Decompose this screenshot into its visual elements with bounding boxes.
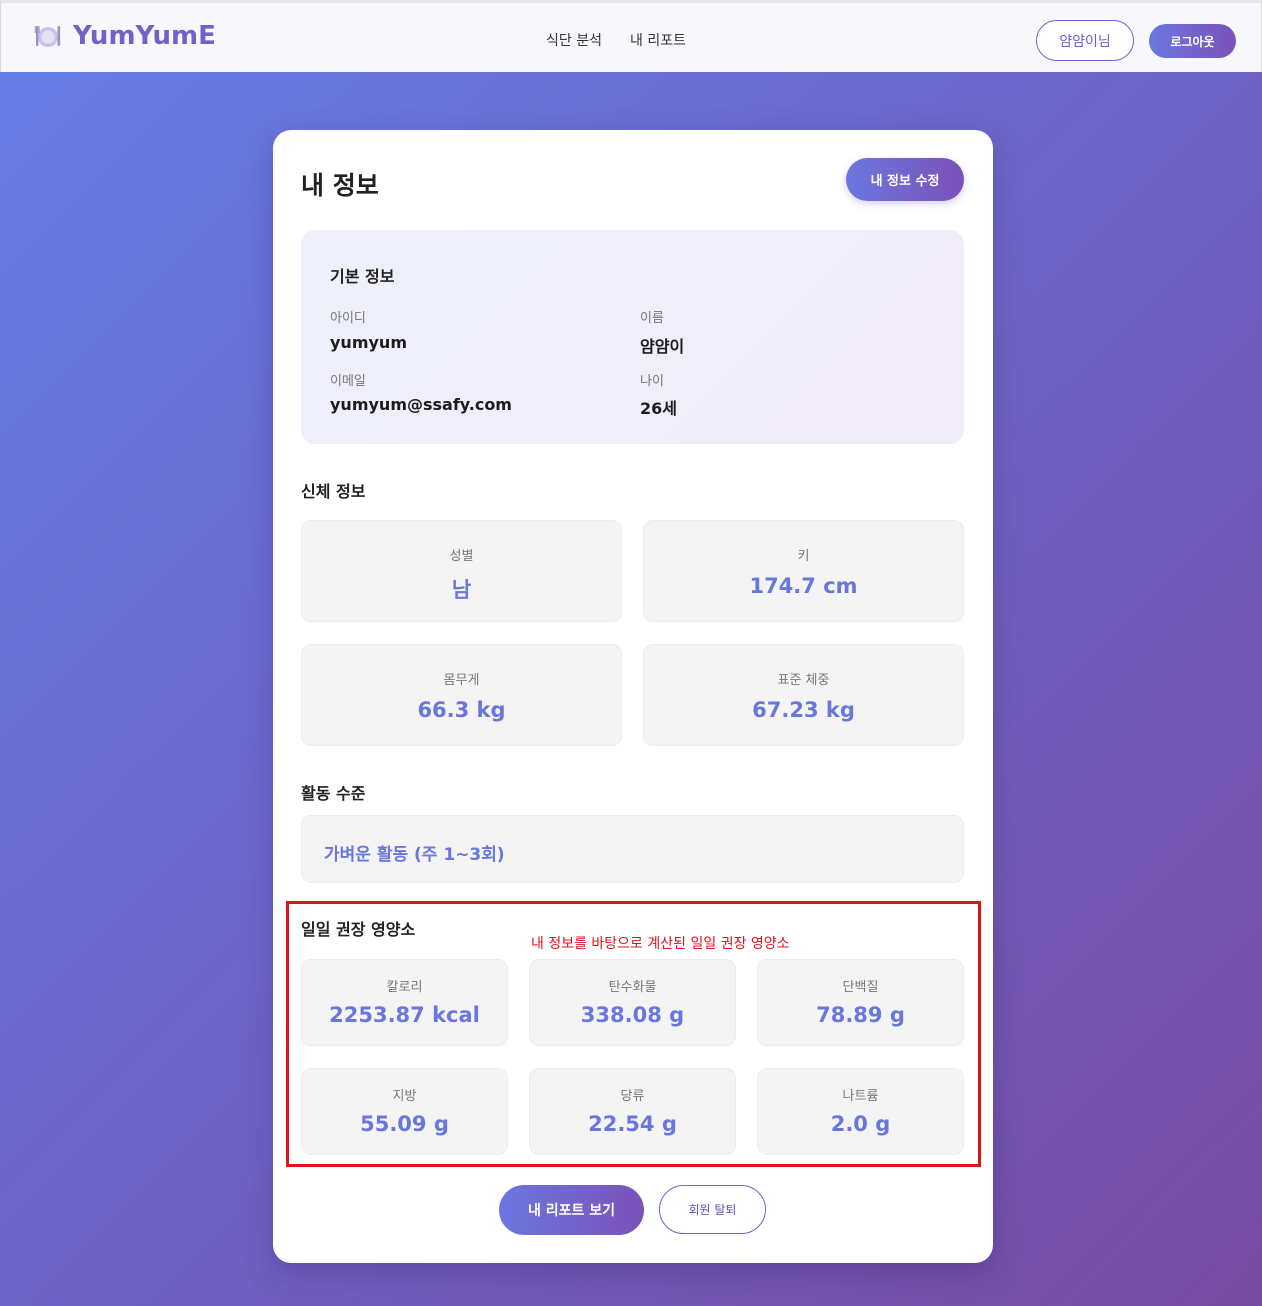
id-value: yumyum <box>330 333 407 352</box>
stat-standard-weight: 표준 체중 67.23 kg <box>643 644 964 746</box>
body-info-title: 신체 정보 <box>301 482 366 501</box>
activity-title: 활동 수준 <box>301 784 366 803</box>
stat-height: 키 174.7 cm <box>643 520 964 622</box>
withdraw-button[interactable]: 회원 탈퇴 <box>659 1185 766 1234</box>
stat-label: 성별 <box>449 549 474 564</box>
stat-value: 남 <box>451 578 472 602</box>
age-value: 26세 <box>640 399 677 418</box>
stat-value: 67.23 kg <box>752 698 855 722</box>
email-value: yumyum@ssafy.com <box>330 395 512 414</box>
plate-cutlery-icon <box>33 21 63 51</box>
nutrition-annotation: 내 정보를 바탕으로 계산된 일일 권장 영양소 <box>531 936 790 952</box>
activity-level-box: 가벼운 활동 (주 1~3회) <box>301 815 964 883</box>
stat-value: 66.3 kg <box>417 698 506 722</box>
page-title: 내 정보 <box>301 171 379 200</box>
id-label: 아이디 <box>330 311 366 326</box>
email-label: 이메일 <box>330 374 366 389</box>
activity-level-value: 가벼운 활동 (주 1~3회) <box>324 845 505 865</box>
name-value: 얌얌이 <box>640 337 685 356</box>
top-navbar: YumYumE 식단 분석 내 리포트 얌얌이님 로그아웃 <box>0 0 1262 72</box>
stat-gender: 성별 남 <box>301 520 622 622</box>
stat-value: 174.7 cm <box>749 574 858 598</box>
stat-label: 표준 체중 <box>777 673 830 688</box>
view-report-button[interactable]: 내 리포트 보기 <box>499 1185 644 1235</box>
nav-diet-analysis[interactable]: 식단 분석 <box>546 30 602 50</box>
user-profile-button[interactable]: 얌얌이님 <box>1036 20 1134 61</box>
name-label: 이름 <box>640 311 664 326</box>
stat-weight: 몸무게 66.3 kg <box>301 644 622 746</box>
basic-info-panel: 기본 정보 아이디 yumyum 이름 얌얌이 이메일 yumyum@ssafy… <box>301 230 964 444</box>
nav-my-report[interactable]: 내 리포트 <box>630 30 686 50</box>
stat-label: 몸무게 <box>443 673 480 688</box>
stat-label: 키 <box>797 549 810 564</box>
main-nav: 식단 분석 내 리포트 <box>546 30 714 50</box>
basic-info-title: 기본 정보 <box>330 267 395 286</box>
brand-name: YumYumE <box>73 21 216 51</box>
logout-button[interactable]: 로그아웃 <box>1149 24 1236 58</box>
age-label: 나이 <box>640 374 664 389</box>
edit-profile-button[interactable]: 내 정보 수정 <box>846 158 964 201</box>
brand-logo[interactable]: YumYumE <box>33 21 216 51</box>
